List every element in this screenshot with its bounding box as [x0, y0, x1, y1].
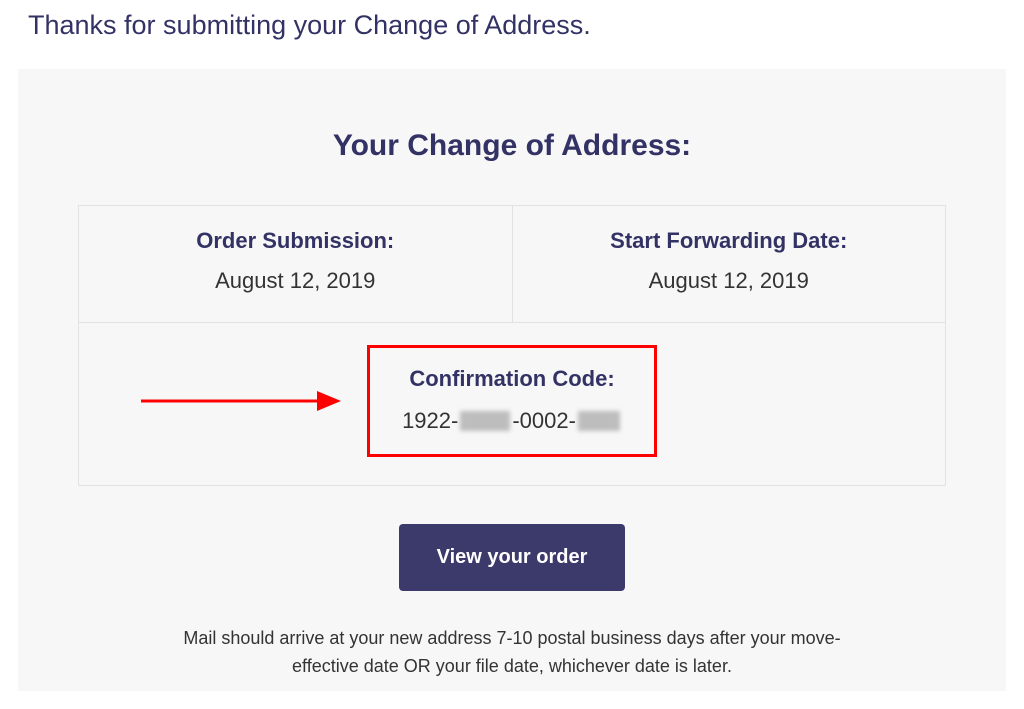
order-submission-label: Order Submission: — [89, 228, 502, 254]
footnote-text: Mail should arrive at your new address 7… — [162, 625, 862, 691]
order-submission-value: August 12, 2019 — [89, 268, 502, 294]
start-forwarding-label: Start Forwarding Date: — [523, 228, 936, 254]
order-submission-cell: Order Submission: August 12, 2019 — [79, 206, 513, 323]
redacted-segment — [460, 411, 510, 431]
confirmation-highlight-box: Confirmation Code: 1922- -0002- — [367, 345, 657, 457]
confirmation-part1: 1922- — [402, 408, 458, 434]
info-table: Order Submission: August 12, 2019 Start … — [78, 205, 946, 486]
cta-container: View your order — [78, 524, 946, 591]
start-forwarding-value: August 12, 2019 — [523, 268, 936, 294]
panel-title: Your Change of Address: — [78, 129, 946, 163]
confirmation-panel: Your Change of Address: Order Submission… — [18, 69, 1006, 691]
redacted-segment — [578, 411, 620, 431]
confirmation-label: Confirmation Code: — [400, 366, 624, 392]
page-heading: Thanks for submitting your Change of Add… — [0, 0, 1024, 69]
arrow-icon — [141, 388, 341, 414]
confirmation-value: 1922- -0002- — [400, 408, 624, 434]
confirmation-cell: Confirmation Code: 1922- -0002- — [79, 323, 946, 486]
confirmation-part2: -0002- — [512, 408, 576, 434]
view-order-button[interactable]: View your order — [399, 524, 626, 591]
start-forwarding-cell: Start Forwarding Date: August 12, 2019 — [512, 206, 946, 323]
